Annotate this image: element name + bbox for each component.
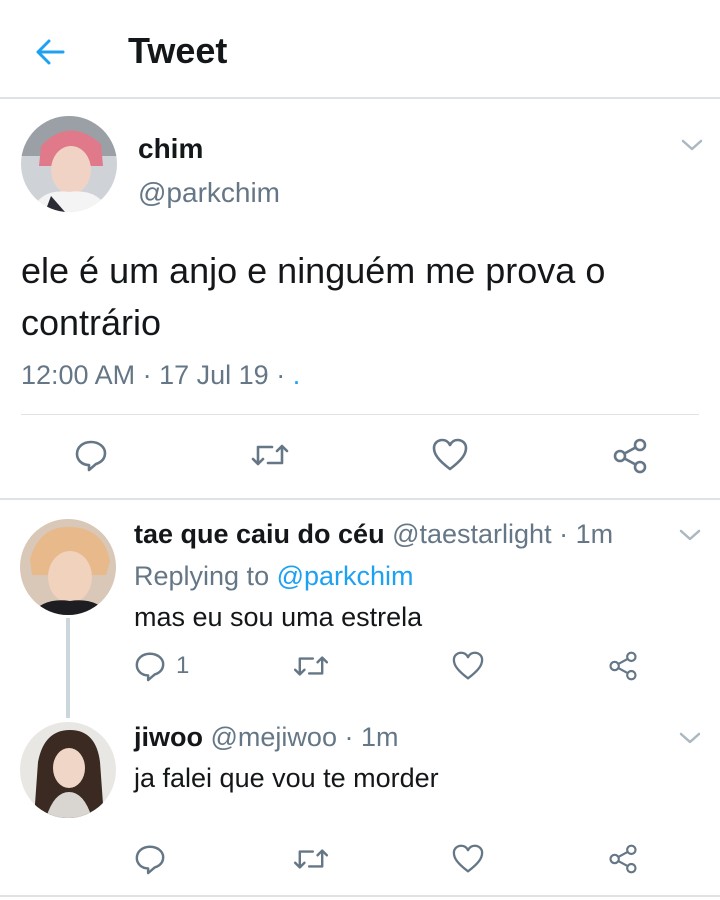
mention-link[interactable]: @parkchim bbox=[277, 561, 414, 591]
author-handle[interactable]: @taestarlight bbox=[392, 519, 551, 549]
author-name[interactable]: tae que caiu do céu bbox=[134, 519, 385, 549]
meta-separator: · bbox=[344, 722, 354, 752]
like-button[interactable] bbox=[452, 844, 484, 874]
top-app-bar: Tweet bbox=[0, 0, 720, 99]
share-icon bbox=[609, 651, 637, 681]
like-button[interactable] bbox=[452, 651, 484, 681]
tweet-time: 1m bbox=[361, 722, 399, 752]
more-options-button[interactable] bbox=[680, 137, 704, 153]
avatar[interactable] bbox=[20, 722, 116, 818]
retweet-icon bbox=[293, 656, 329, 676]
author-handle[interactable]: @mejiwoo bbox=[211, 722, 337, 752]
divider bbox=[21, 414, 699, 415]
reply-header: jiwoo @mejiwoo · 1m bbox=[134, 722, 399, 753]
reply-button[interactable] bbox=[134, 843, 166, 875]
heart-icon bbox=[452, 651, 484, 680]
retweet-button[interactable] bbox=[292, 845, 330, 873]
tweet-text: ele é um anjo e ninguém me prova o contr… bbox=[21, 250, 606, 343]
section-divider bbox=[0, 498, 720, 500]
share-icon bbox=[613, 438, 647, 474]
like-button[interactable] bbox=[432, 438, 468, 472]
meta-separator: · bbox=[559, 519, 569, 549]
retweet-icon bbox=[251, 444, 289, 466]
more-options-button[interactable] bbox=[678, 527, 702, 543]
chevron-down-icon bbox=[679, 529, 701, 541]
retweet-button[interactable] bbox=[250, 440, 290, 470]
back-button[interactable] bbox=[30, 32, 70, 72]
chevron-down-icon bbox=[681, 139, 703, 151]
heart-icon bbox=[452, 844, 484, 873]
speech-bubble-icon bbox=[135, 845, 165, 875]
thread-line bbox=[66, 618, 70, 718]
reply-header: tae que caiu do céu @taestarlight · 1m bbox=[134, 519, 613, 550]
divider bbox=[0, 895, 720, 897]
replying-to: Replying to @parkchim bbox=[134, 561, 414, 592]
main-tweet: chim @parkchim ele é um anjo e ninguém m… bbox=[0, 100, 720, 498]
author-name[interactable]: jiwoo bbox=[134, 722, 203, 752]
page-title: Tweet bbox=[128, 30, 228, 71]
meta-separator: · bbox=[276, 360, 286, 390]
avatar[interactable] bbox=[21, 116, 117, 212]
heart-icon bbox=[432, 438, 468, 471]
retweet-icon bbox=[293, 849, 329, 869]
share-button[interactable] bbox=[608, 651, 638, 681]
arrow-left-icon bbox=[36, 39, 65, 65]
reply-text: mas eu sou uma estrela bbox=[134, 602, 423, 632]
reply-button[interactable]: 1 bbox=[134, 650, 189, 682]
meta-separator: · bbox=[142, 360, 152, 390]
tweet-time: 12:00 AM bbox=[21, 360, 136, 390]
tweet-source-link[interactable]: . bbox=[293, 360, 301, 390]
reply-button[interactable] bbox=[74, 438, 108, 472]
chevron-down-icon bbox=[679, 732, 701, 744]
author-handle[interactable]: @parkchim bbox=[138, 177, 280, 209]
speech-bubble-icon bbox=[75, 440, 107, 472]
tweet-date: 17 Jul 19 bbox=[159, 360, 269, 390]
reply-count: 1 bbox=[176, 652, 190, 679]
replying-label: Replying to bbox=[134, 561, 270, 591]
retweet-button[interactable] bbox=[292, 652, 330, 680]
speech-bubble-icon bbox=[135, 652, 165, 682]
tweet-meta: 12:00 AM · 17 Jul 19 · . bbox=[21, 360, 300, 391]
share-button[interactable] bbox=[612, 438, 648, 474]
share-icon bbox=[609, 844, 637, 874]
reply-text: ja falei que vou te morder bbox=[134, 763, 439, 793]
author-name[interactable]: chim bbox=[138, 133, 203, 165]
tweet-time: 1m bbox=[575, 519, 614, 549]
more-options-button[interactable] bbox=[678, 730, 702, 746]
avatar[interactable] bbox=[20, 519, 116, 615]
share-button[interactable] bbox=[608, 844, 638, 874]
